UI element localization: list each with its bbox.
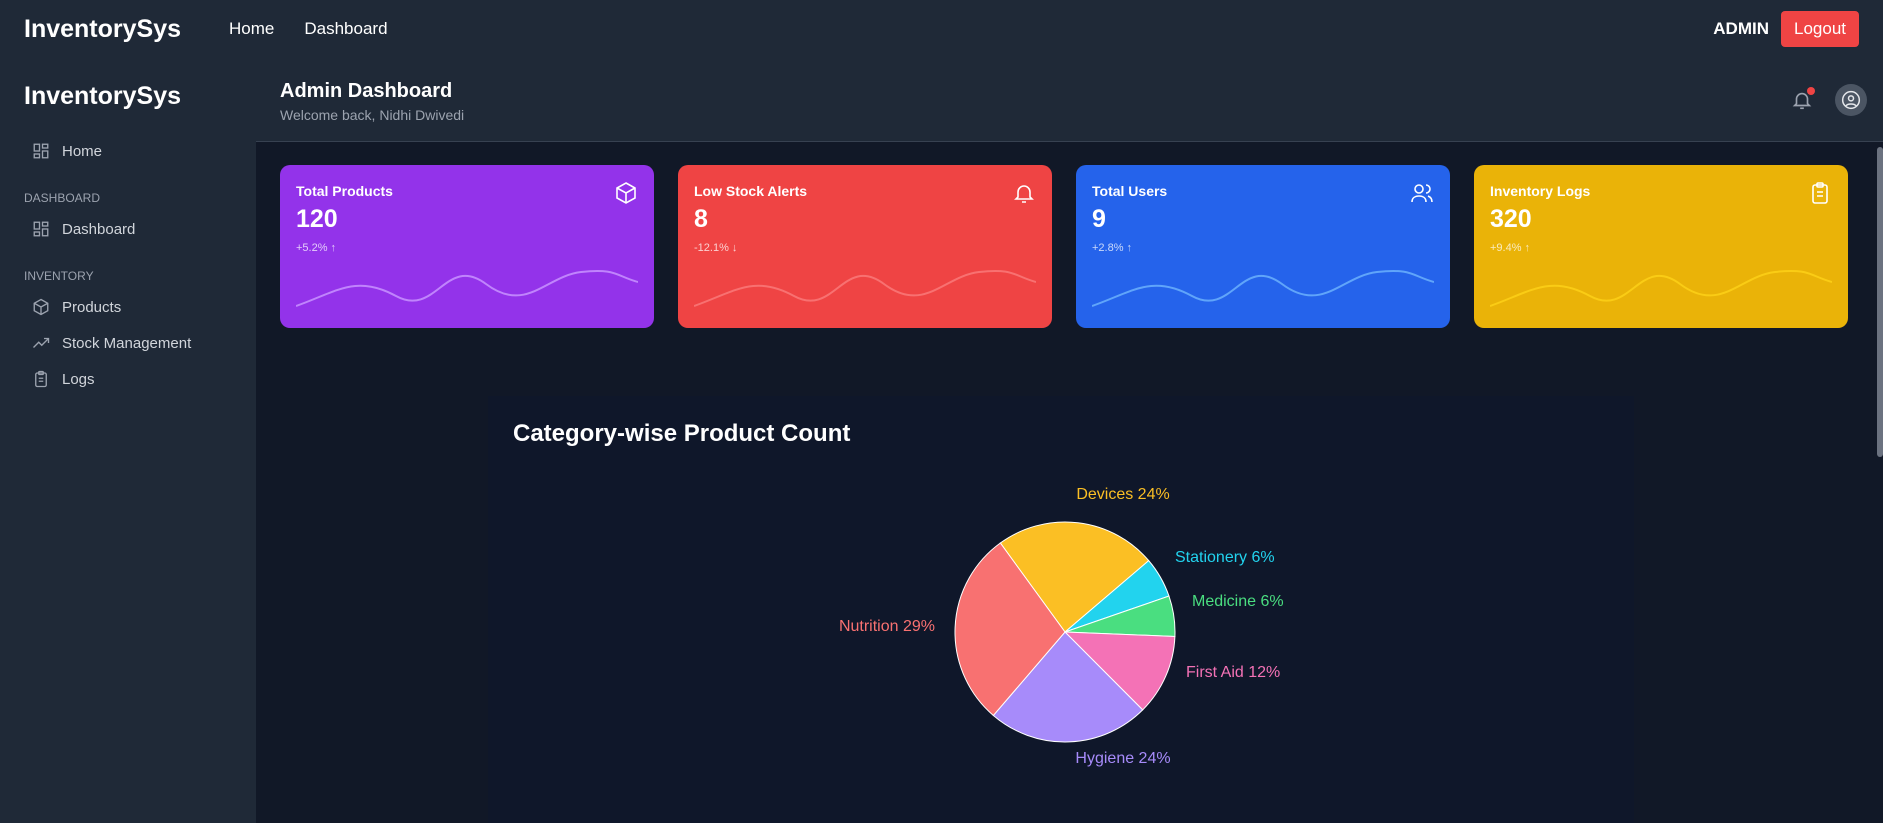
- page-header: Admin Dashboard Welcome back, Nidhi Dwiv…: [256, 58, 1883, 142]
- stat-card-total-users[interactable]: Total Users 9 +2.8% ↑: [1076, 165, 1450, 328]
- welcome-message: Welcome back, Nidhi Dwivedi: [280, 107, 465, 123]
- card-value: 9: [1092, 205, 1106, 233]
- sidebar-item-stock-management[interactable]: Stock Management: [24, 325, 232, 361]
- sidebar-item-label: Home: [62, 142, 103, 160]
- sidebar: InventorySys Home DASHBOARD Dashboard IN…: [0, 58, 256, 823]
- box-icon: [33, 298, 49, 316]
- user-profile-button[interactable]: [1835, 84, 1867, 116]
- user-circle-icon: [1841, 90, 1861, 110]
- card-title: Total Products: [296, 183, 393, 199]
- grid-icon: [33, 221, 49, 237]
- box-icon: [614, 181, 638, 205]
- card-value: 8: [694, 205, 708, 233]
- sidebar-brand: InventorySys: [24, 82, 182, 110]
- sidebar-section-title: INVENTORY: [24, 269, 94, 283]
- pie-label-stationery: Stationery 6%: [1175, 549, 1275, 566]
- card-value: 120: [296, 205, 338, 233]
- sparkline: [694, 269, 1036, 307]
- clipboard-icon: [1808, 181, 1832, 205]
- header-actions: [1791, 84, 1867, 116]
- sidebar-item-products[interactable]: Products: [24, 289, 232, 325]
- pie-label-medicine: Medicine 6%: [1192, 593, 1284, 610]
- stat-card-low-stock-alerts[interactable]: Low Stock Alerts 8 -12.1% ↓: [678, 165, 1052, 328]
- card-change: -12.1% ↓: [694, 242, 738, 254]
- bell-icon: [1012, 181, 1036, 205]
- top-navbar: InventorySys Home Dashboard ADMIN Logout: [0, 0, 1883, 58]
- category-chart-panel: Category-wise Product Count Devices 24% S…: [488, 396, 1634, 823]
- card-change: +5.2% ↑: [296, 242, 337, 254]
- card-value: 320: [1490, 205, 1532, 233]
- sidebar-item-label: Products: [62, 298, 122, 316]
- sparkline: [1490, 269, 1832, 307]
- sidebar-item-label: Stock Management: [62, 334, 192, 352]
- user-role-label: ADMIN: [1713, 19, 1769, 38]
- pie-chart: Devices 24% Stationery 6% Medicine 6% First…: [839, 486, 1284, 767]
- stat-card-inventory-logs[interactable]: Inventory Logs 320 +9.4% ↑: [1474, 165, 1848, 328]
- pie-label-first-aid: First Aid 12%: [1186, 664, 1280, 681]
- sidebar-item-home[interactable]: Home: [24, 133, 232, 169]
- sidebar-item-logs[interactable]: Logs: [24, 361, 232, 397]
- card-change: +9.4% ↑: [1490, 242, 1531, 254]
- pie-label-nutrition: Nutrition 29%: [839, 618, 935, 635]
- top-user-area: ADMIN Logout: [1713, 11, 1859, 47]
- card-title: Inventory Logs: [1490, 183, 1591, 199]
- card-title: Total Users: [1092, 183, 1168, 199]
- page-title: Admin Dashboard: [280, 80, 453, 102]
- stat-cards: Total Products 120 +5.2% ↑ Low Stock Ale…: [280, 165, 1850, 328]
- sparkline: [1092, 269, 1434, 307]
- users-icon: [1410, 181, 1434, 205]
- notification-dot: [1807, 87, 1815, 95]
- pie-label-hygiene: Hygiene 24%: [1075, 750, 1170, 767]
- clipboard-icon: [35, 370, 47, 388]
- grid-icon: [33, 143, 49, 159]
- brand-logo[interactable]: InventorySys: [24, 15, 181, 44]
- card-title: Low Stock Alerts: [694, 183, 808, 199]
- trending-up-icon: [33, 337, 50, 348]
- nav-link-dashboard[interactable]: Dashboard: [304, 19, 387, 39]
- sidebar-item-dashboard[interactable]: Dashboard: [24, 211, 232, 247]
- sidebar-item-label: Logs: [62, 370, 95, 388]
- sidebar-section-title: DASHBOARD: [24, 191, 101, 205]
- nav-link-home[interactable]: Home: [229, 19, 274, 39]
- card-change: +2.8% ↑: [1092, 242, 1133, 254]
- pie-label-devices: Devices 24%: [1076, 486, 1169, 503]
- logout-button[interactable]: Logout: [1781, 11, 1859, 47]
- top-nav: Home Dashboard: [229, 19, 388, 39]
- sparkline: [296, 269, 638, 307]
- sidebar-item-label: Dashboard: [62, 220, 136, 238]
- scrollbar-thumb[interactable]: [1877, 147, 1883, 457]
- stat-card-total-products[interactable]: Total Products 120 +5.2% ↑: [280, 165, 654, 328]
- notifications-button[interactable]: [1791, 87, 1815, 111]
